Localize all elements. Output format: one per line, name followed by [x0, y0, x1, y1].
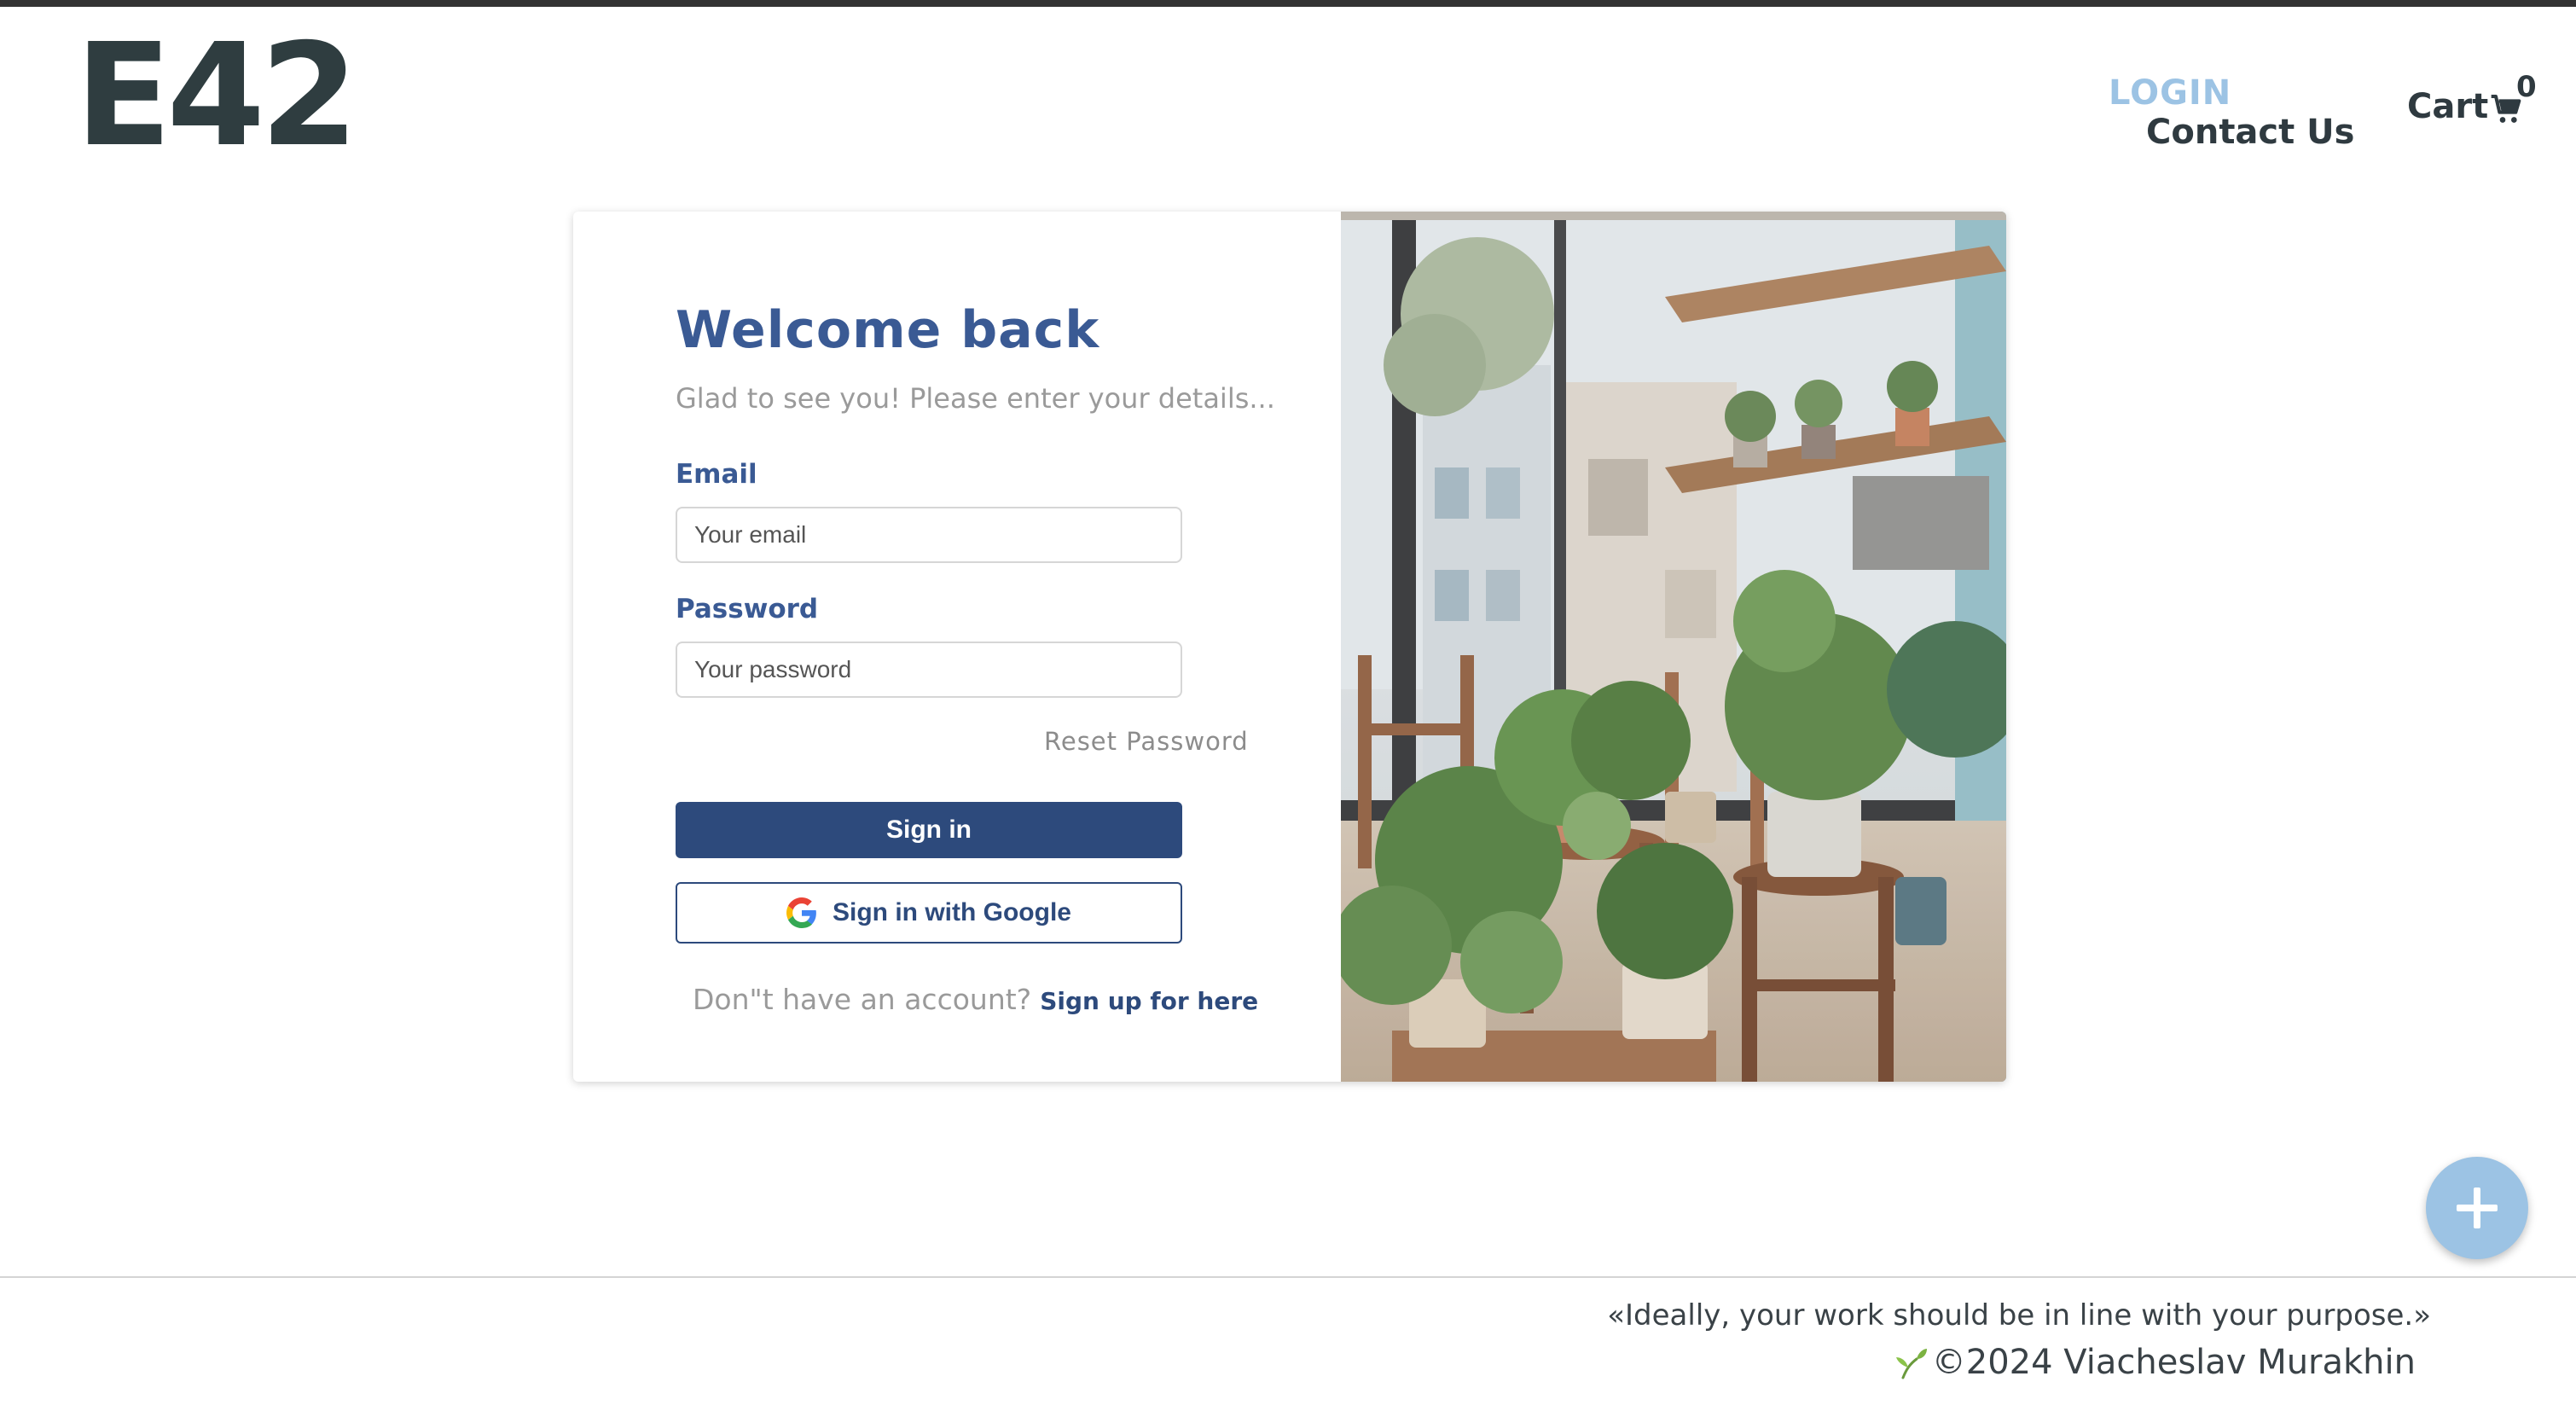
- plant-shop-photo: [1341, 212, 2006, 1082]
- top-border: [0, 0, 2576, 7]
- add-fab-button[interactable]: [2426, 1157, 2528, 1259]
- footer-copyright: ©2024 Viacheslav Murakhin: [1894, 1343, 2416, 1382]
- cart-count-badge: 0: [2516, 70, 2537, 104]
- footer-quote: «Ideally, your work should be in line wi…: [1607, 1298, 2431, 1333]
- nav-contact-link[interactable]: Contact Us: [2146, 113, 2354, 152]
- google-button-label: Sign in with Google: [833, 898, 1071, 926]
- signup-row: Don"t have an account? Sign up for here: [693, 983, 1258, 1016]
- password-label: Password: [676, 594, 819, 624]
- plus-icon: [2457, 1187, 2498, 1228]
- sign-in-button[interactable]: Sign in: [676, 802, 1182, 858]
- sign-up-link[interactable]: Sign up for here: [1040, 987, 1258, 1015]
- copyright-text: ©2024 Viacheslav Murakhin: [1931, 1343, 2416, 1382]
- google-sign-in-button[interactable]: Sign in with Google: [676, 882, 1182, 944]
- reset-password-link[interactable]: Reset Password: [1044, 727, 1249, 756]
- site-logo[interactable]: E42: [75, 26, 358, 167]
- cart-label: Cart: [2407, 87, 2489, 126]
- plants-image: [1341, 212, 2006, 1082]
- login-subtitle: Glad to see you! Please enter your detai…: [676, 382, 1275, 415]
- signup-prompt: Don"t have an account?: [693, 983, 1032, 1016]
- footer-divider: [0, 1276, 2576, 1278]
- sprout-icon: [1895, 1349, 1927, 1379]
- page-title: Welcome back: [676, 300, 1100, 360]
- login-card: Welcome back Glad to see you! Please ent…: [573, 212, 2006, 1082]
- nav-cart-link[interactable]: Cart: [2407, 87, 2524, 126]
- email-field[interactable]: [676, 507, 1182, 563]
- nav-login-link[interactable]: LOGIN: [2109, 73, 2231, 113]
- login-form: Welcome back Glad to see you! Please ent…: [573, 212, 1341, 1082]
- google-icon: [786, 897, 816, 928]
- password-field[interactable]: [676, 642, 1182, 698]
- email-label: Email: [676, 459, 757, 490]
